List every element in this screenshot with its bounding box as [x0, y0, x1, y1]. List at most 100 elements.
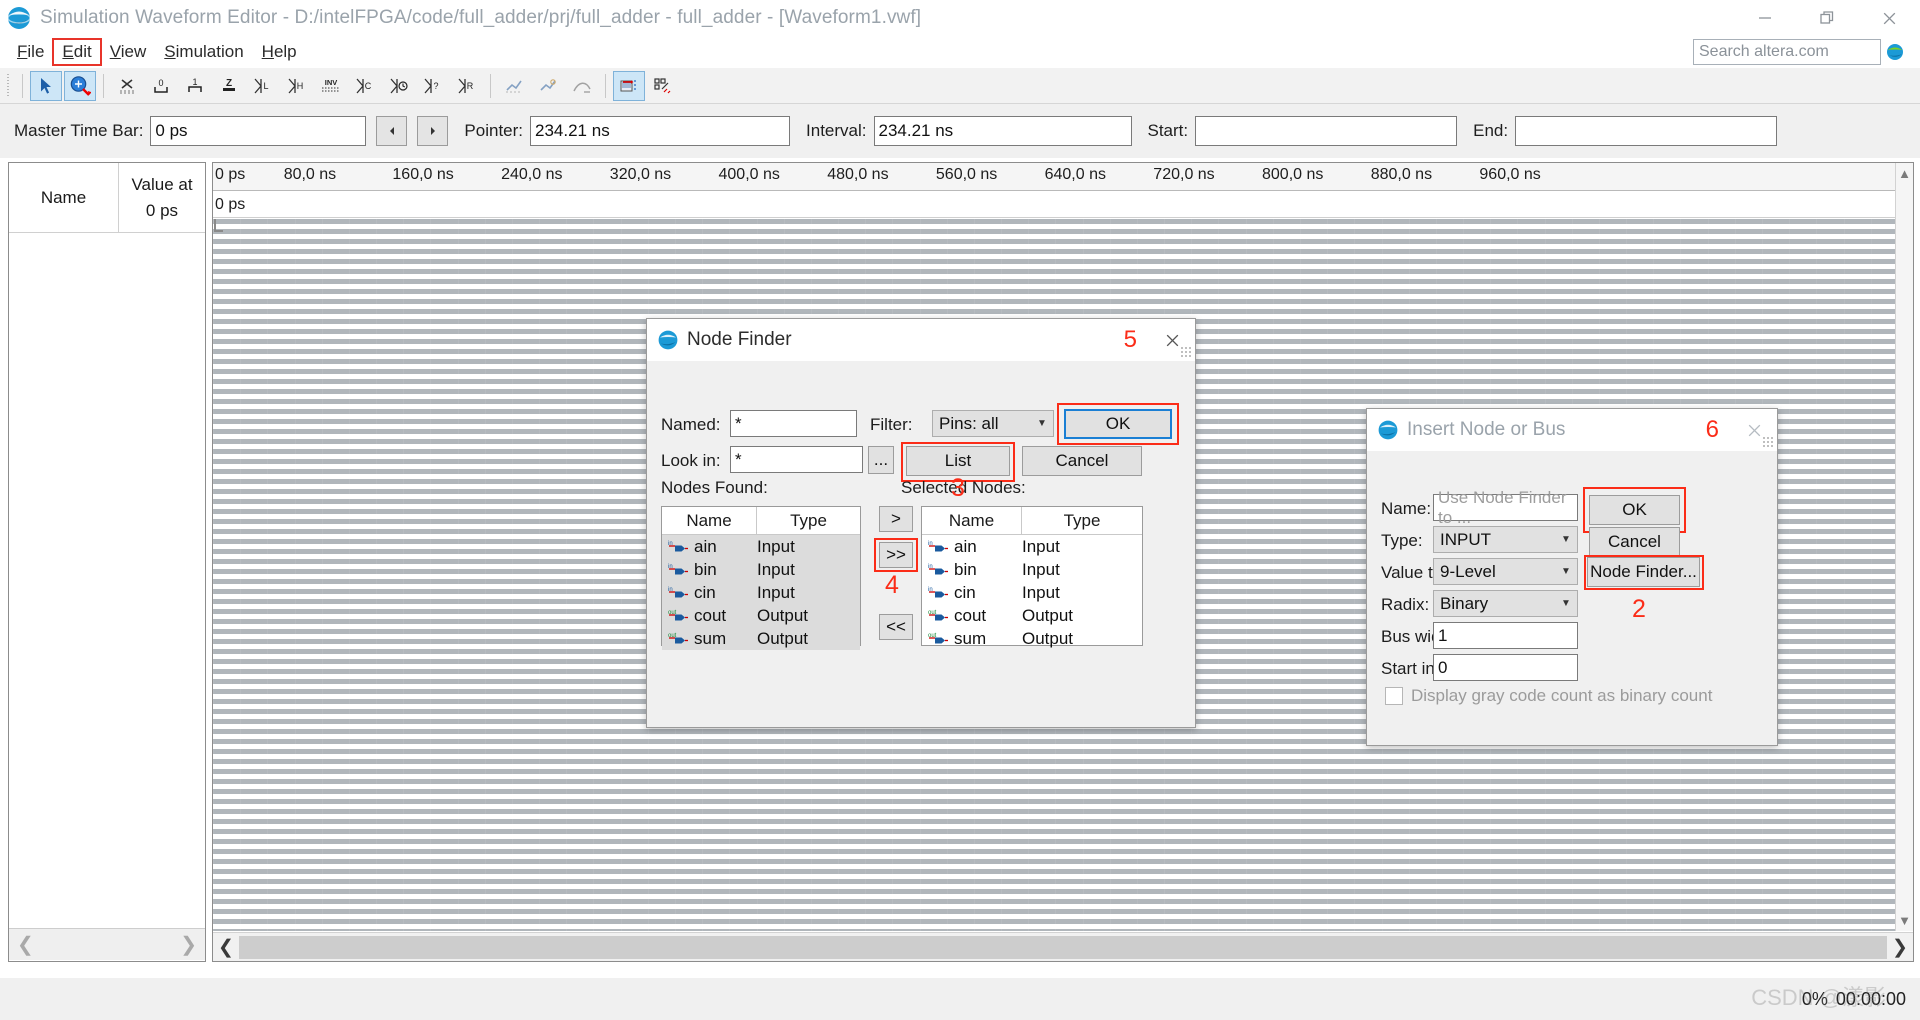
hscroll-right-icon[interactable]: ❯ — [1887, 936, 1913, 959]
node-panel-hscrollbar[interactable]: ❮ ❯ — [9, 928, 205, 960]
menu-item-file[interactable]: File — [8, 39, 53, 65]
resize-grip[interactable] — [1180, 346, 1192, 358]
show-grid-icon[interactable] — [613, 70, 645, 101]
restore-icon[interactable] — [1796, 0, 1858, 36]
node-list-body[interactable] — [9, 233, 205, 928]
list-item[interactable]: in ain Input — [922, 535, 1142, 558]
list-item[interactable]: out cout Output — [662, 604, 860, 627]
add-button[interactable]: > — [879, 506, 913, 532]
list-item[interactable]: out cout Output — [922, 604, 1142, 627]
bus-width-input[interactable]: 1 — [1433, 622, 1578, 649]
nodes-found-label: Nodes Found: — [661, 478, 768, 497]
list-item[interactable]: out sum Output — [922, 627, 1142, 650]
scroll-left-icon[interactable]: ❮ — [17, 932, 34, 957]
list-item[interactable]: in ain Input — [662, 535, 860, 558]
invert-icon[interactable]: INV — [315, 71, 347, 101]
time-ruler[interactable]: 0 ps 80,0 ns 160,0 ns 240,0 ns 320,0 ns 400,0… — [213, 163, 1895, 191]
grid-line — [457, 219, 459, 931]
node-name-panel: Name Value at 0 ps ❮ ❯ — [8, 162, 206, 962]
high-impedance-icon[interactable]: Z — [213, 71, 245, 101]
pin-in-icon: in — [927, 585, 949, 601]
snap-to-transition-icon[interactable] — [532, 71, 564, 101]
look-in-input[interactable]: * — [730, 446, 863, 473]
menu-item-help[interactable]: Help — [253, 39, 306, 65]
clock-value-icon[interactable] — [383, 71, 415, 101]
ok-button[interactable]: OK — [1064, 409, 1172, 439]
col-header-type-sel[interactable]: Type — [1022, 507, 1142, 534]
waveform-editing-tool-icon[interactable] — [111, 71, 143, 101]
waveform-vscrollbar[interactable]: ▲ ▼ — [1895, 163, 1913, 931]
weak-high-icon[interactable]: H — [281, 71, 313, 101]
start-input[interactable] — [1195, 116, 1458, 146]
scroll-right-icon[interactable]: ❯ — [180, 932, 197, 957]
next-transition-button[interactable] — [417, 116, 449, 146]
count-value-icon[interactable]: C — [349, 71, 381, 101]
menu-item-edit[interactable]: Edit — [52, 38, 102, 66]
random-value-icon[interactable]: R — [451, 71, 483, 101]
add-all-button[interactable]: >> — [879, 542, 913, 568]
name-input[interactable]: Use Node Finder to ... — [1433, 488, 1578, 527]
interval-label: Interval: — [806, 121, 867, 140]
browse-button[interactable]: ... — [868, 446, 894, 474]
node-name: bin — [694, 559, 717, 579]
scroll-down-icon[interactable]: ▼ — [1898, 913, 1911, 928]
selection-tool-icon[interactable] — [30, 70, 62, 101]
pointer-input[interactable]: 234.21 ns — [530, 116, 791, 146]
filter-select[interactable]: Pins: all ▼ — [932, 410, 1054, 437]
nodes-found-list[interactable]: Name Type in ain Input in bin Input in cin Input… — [661, 506, 861, 650]
list-item[interactable]: in bin Input — [662, 558, 860, 581]
remove-all-button[interactable]: << — [879, 614, 913, 640]
list-item[interactable]: in bin Input — [922, 558, 1142, 581]
forcing-high-icon[interactable]: 1 — [179, 71, 211, 101]
minimize-icon[interactable] — [1734, 0, 1796, 36]
zoom-tool-icon[interactable] — [64, 70, 96, 101]
start-index-input[interactable]: 0 — [1433, 654, 1578, 681]
col-header-type[interactable]: Type — [757, 507, 860, 534]
list-item[interactable]: in cin Input — [662, 581, 860, 604]
named-input[interactable]: * — [730, 410, 857, 437]
scroll-up-icon[interactable]: ▲ — [1898, 166, 1911, 181]
menu-label-help: elp — [273, 42, 297, 61]
list-item[interactable]: in cin Input — [922, 581, 1142, 604]
search-input[interactable] — [1693, 39, 1881, 65]
waveform-hscrollbar[interactable]: ❮ ❯ — [213, 932, 1913, 961]
type-select[interactable]: INPUT ▼ — [1433, 526, 1578, 553]
sort-nodes-icon[interactable] — [566, 71, 598, 101]
weak-low-icon[interactable]: L — [247, 71, 279, 101]
selected-nodes-list[interactable]: Name Type in ain Input in bin Input in cin Input… — [921, 506, 1143, 648]
gray-code-checkbox[interactable] — [1385, 687, 1403, 705]
resize-grip[interactable] — [1762, 436, 1774, 448]
radix-select[interactable]: Binary ▼ — [1433, 590, 1578, 617]
interval-input[interactable]: 234.21 ns — [873, 116, 1132, 146]
hscroll-thumb[interactable] — [239, 935, 1887, 959]
arbitrary-value-icon[interactable]: ? — [417, 71, 449, 101]
list-button[interactable]: List — [906, 446, 1010, 476]
node-finder-button[interactable]: Node Finder... — [1587, 557, 1700, 587]
node-type: Input — [757, 582, 795, 602]
column-header-value-at[interactable]: Value at 0 ps — [119, 163, 205, 232]
cancel-button[interactable]: Cancel — [1022, 446, 1142, 476]
column-header-name[interactable]: Name — [9, 163, 119, 232]
ruler-tick-7: 560,0 ns — [935, 166, 998, 183]
toolbar-grip[interactable] — [4, 73, 13, 98]
menu-item-simulation[interactable]: Simulation — [155, 39, 252, 65]
prev-transition-button[interactable] — [376, 116, 408, 146]
gray-code-checkbox-row[interactable]: Display gray code count as binary count — [1385, 686, 1712, 706]
col-header-name-sel[interactable]: Name — [922, 507, 1022, 534]
insert-cancel-button[interactable]: Cancel — [1589, 527, 1680, 557]
col-header-name[interactable]: Name — [662, 507, 757, 534]
globe-icon[interactable] — [1886, 43, 1904, 61]
node-properties-icon[interactable] — [647, 71, 679, 101]
list-item[interactable]: out sum Output — [662, 627, 860, 650]
insert-ok-button[interactable]: OK — [1589, 495, 1680, 525]
value-type-select[interactable]: 9-Level ▼ — [1433, 558, 1578, 585]
time-cursor-marker[interactable] — [214, 219, 223, 232]
hscroll-left-icon[interactable]: ❮ — [213, 936, 239, 959]
close-icon[interactable] — [1858, 0, 1920, 36]
ruler-tick-4: 320,0 ns — [609, 166, 672, 183]
end-input[interactable] — [1515, 116, 1778, 146]
menu-item-view[interactable]: View — [101, 39, 156, 65]
snap-to-grid-icon[interactable] — [498, 71, 530, 101]
master-time-bar-input[interactable]: 0 ps — [150, 116, 367, 146]
forcing-low-icon[interactable]: 0 — [145, 71, 177, 101]
